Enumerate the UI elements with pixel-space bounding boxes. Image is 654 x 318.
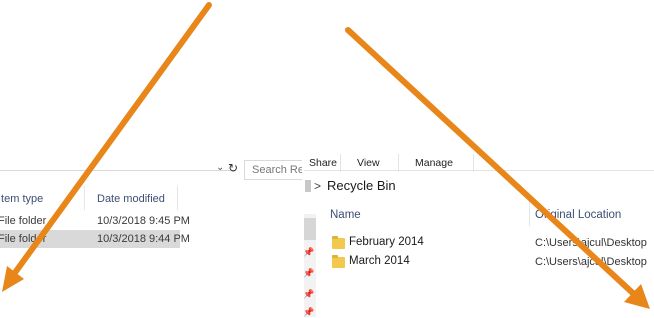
column-header-name[interactable]: Name: [330, 209, 361, 221]
column-header-original-location[interactable]: Original Location: [535, 209, 621, 221]
date-modified-cell: 10/3/2018 9:45 PM: [97, 215, 190, 227]
ribbon-separator: [304, 170, 654, 171]
nav-item[interactable]: [304, 218, 316, 240]
tab-view[interactable]: View: [357, 157, 380, 169]
address-bar[interactable]: [0, 170, 236, 171]
item-original-location: C:\Users\ajcul\Desktop: [535, 256, 647, 268]
list-item[interactable]: March 2014 C:\Users\ajcul\Desktop: [330, 255, 650, 273]
pin-icon[interactable]: 📌: [303, 289, 314, 300]
recycle-bin-icon: [305, 180, 311, 192]
breadcrumb-separator[interactable]: >: [314, 179, 321, 193]
item-type-cell: File folder: [0, 233, 47, 245]
table-row-selected[interactable]: File folder 10/3/2018 9:44 PM: [0, 230, 190, 248]
item-name: February 2014: [349, 236, 424, 248]
left-explorer-pane: [0, 0, 302, 317]
folder-icon: [332, 255, 345, 268]
column-header-item-type[interactable]: Item type: [0, 193, 43, 205]
refresh-icon[interactable]: ↻: [228, 161, 238, 175]
breadcrumb-location[interactable]: Recycle Bin: [327, 178, 396, 193]
item-type-cell: File folder: [0, 215, 47, 227]
date-modified-cell: 10/3/2018 9:44 PM: [97, 233, 190, 245]
folder-icon: [332, 236, 345, 249]
chevron-down-icon[interactable]: ⌄: [216, 162, 224, 173]
column-divider[interactable]: [84, 186, 85, 210]
tab-share[interactable]: Share: [309, 157, 337, 169]
column-divider[interactable]: [177, 186, 178, 210]
column-header-date-modified[interactable]: Date modified: [97, 193, 165, 205]
column-divider[interactable]: [529, 200, 530, 226]
pin-icon[interactable]: 📌: [303, 268, 314, 279]
pin-icon[interactable]: 📌: [303, 247, 314, 258]
navigation-pane[interactable]: [304, 214, 316, 317]
list-item[interactable]: February 2014 C:\Users\ajcul\Desktop: [330, 236, 650, 254]
item-original-location: C:\Users\ajcul\Desktop: [535, 237, 647, 249]
table-row[interactable]: File folder 10/3/2018 9:45 PM: [0, 212, 190, 230]
search-input[interactable]: Search Recy: [244, 160, 304, 180]
tab-manage[interactable]: Manage: [415, 157, 453, 169]
item-name: March 2014: [349, 255, 410, 267]
pin-icon[interactable]: 📌: [303, 307, 314, 318]
